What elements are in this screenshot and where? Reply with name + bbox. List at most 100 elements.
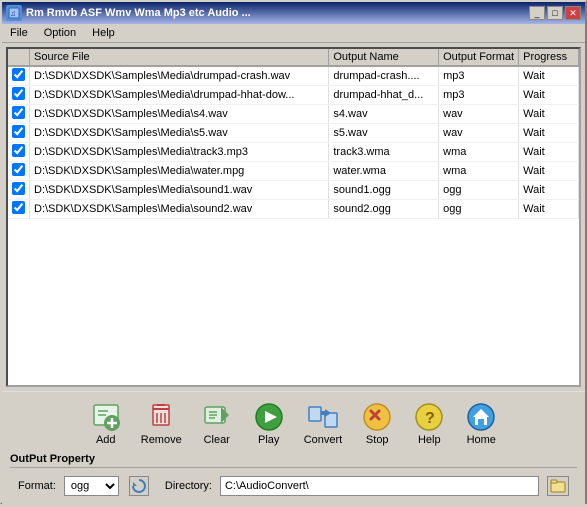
svg-text:♫: ♫ bbox=[10, 9, 16, 18]
svg-text:?: ? bbox=[425, 410, 435, 427]
row-checkbox[interactable] bbox=[8, 66, 30, 86]
row-checkbox[interactable] bbox=[8, 200, 30, 219]
remove-label: Remove bbox=[141, 434, 182, 446]
row-progress: Wait bbox=[519, 124, 579, 143]
title-bar: ♫ Rm Rmvb ASF Wmv Wma Mp3 etc Audio ... … bbox=[2, 2, 585, 24]
toolbar: Add Remove bbox=[2, 391, 585, 453]
row-source: D:\SDK\DXSDK\Samples\Media\drumpad-crash… bbox=[30, 66, 329, 86]
convert-icon bbox=[307, 401, 339, 433]
close-button[interactable]: ✕ bbox=[565, 6, 581, 20]
table-row: D:\SDK\DXSDK\Samples\Media\drumpad-crash… bbox=[8, 66, 579, 86]
bottom-bar: Format: ogg mp3 wav wma aac Directory: bbox=[10, 467, 577, 503]
col-format: Output Format bbox=[439, 49, 519, 66]
row-source: D:\SDK\DXSDK\Samples\Media\drumpad-hhat-… bbox=[30, 86, 329, 105]
convert-button[interactable]: Convert bbox=[297, 398, 350, 449]
row-checkbox[interactable] bbox=[8, 124, 30, 143]
clear-icon bbox=[201, 401, 233, 433]
row-output: sound2.ogg bbox=[329, 200, 439, 219]
row-source: D:\SDK\DXSDK\Samples\Media\s5.wav bbox=[30, 124, 329, 143]
main-area: Source File Output Name Output Format Pr… bbox=[2, 43, 585, 391]
row-checkbox[interactable] bbox=[8, 181, 30, 200]
row-checkbox[interactable] bbox=[8, 162, 30, 181]
col-progress: Progress bbox=[519, 49, 579, 66]
row-checkbox[interactable] bbox=[8, 86, 30, 105]
clear-label: Clear bbox=[204, 434, 230, 446]
format-label: Format: bbox=[18, 480, 56, 492]
add-icon bbox=[90, 401, 122, 433]
file-table-container: Source File Output Name Output Format Pr… bbox=[6, 47, 581, 387]
play-button[interactable]: Play bbox=[245, 398, 293, 449]
output-property-label: OutPut Property bbox=[10, 453, 577, 465]
table-row: D:\SDK\DXSDK\Samples\Media\drumpad-hhat-… bbox=[8, 86, 579, 105]
row-output: drumpad-hhat_d... bbox=[329, 86, 439, 105]
row-format: wav bbox=[439, 105, 519, 124]
help-label: Help bbox=[418, 434, 441, 446]
row-source: D:\SDK\DXSDK\Samples\Media\track3.mp3 bbox=[30, 143, 329, 162]
help-icon: ? bbox=[413, 401, 445, 433]
col-check bbox=[8, 49, 30, 66]
row-output: s4.wav bbox=[329, 105, 439, 124]
home-icon bbox=[465, 401, 497, 433]
stop-label: Stop bbox=[366, 434, 389, 446]
minimize-button[interactable]: _ bbox=[529, 6, 545, 20]
row-output: s5.wav bbox=[329, 124, 439, 143]
row-format: mp3 bbox=[439, 86, 519, 105]
col-source: Source File bbox=[30, 49, 329, 66]
format-select[interactable]: ogg mp3 wav wma aac bbox=[64, 476, 119, 496]
directory-label: Directory: bbox=[165, 480, 212, 492]
spin-button[interactable] bbox=[129, 476, 149, 496]
add-button[interactable]: Add bbox=[82, 398, 130, 449]
row-format: mp3 bbox=[439, 66, 519, 86]
row-source: D:\SDK\DXSDK\Samples\Media\water.mpg bbox=[30, 162, 329, 181]
row-source: D:\SDK\DXSDK\Samples\Media\s4.wav bbox=[30, 105, 329, 124]
table-row: D:\SDK\DXSDK\Samples\Media\water.mpg wat… bbox=[8, 162, 579, 181]
row-progress: Wait bbox=[519, 200, 579, 219]
menu-help[interactable]: Help bbox=[88, 26, 119, 40]
bottom-section: OutPut Property Format: ogg mp3 wav wma … bbox=[2, 453, 585, 507]
row-output: track3.wma bbox=[329, 143, 439, 162]
help-button[interactable]: ? Help bbox=[405, 398, 453, 449]
row-source: D:\SDK\DXSDK\Samples\Media\sound2.wav bbox=[30, 200, 329, 219]
table-row: D:\SDK\DXSDK\Samples\Media\sound1.wav so… bbox=[8, 181, 579, 200]
row-progress: Wait bbox=[519, 181, 579, 200]
row-progress: Wait bbox=[519, 86, 579, 105]
menu-option[interactable]: Option bbox=[40, 26, 80, 40]
row-output: water.wma bbox=[329, 162, 439, 181]
row-progress: Wait bbox=[519, 162, 579, 181]
directory-input[interactable] bbox=[220, 476, 539, 496]
table-row: D:\SDK\DXSDK\Samples\Media\track3.mp3 tr… bbox=[8, 143, 579, 162]
row-output: sound1.ogg bbox=[329, 181, 439, 200]
row-format: wma bbox=[439, 162, 519, 181]
row-format: wav bbox=[439, 124, 519, 143]
file-table: Source File Output Name Output Format Pr… bbox=[8, 49, 579, 219]
menu-file[interactable]: File bbox=[6, 26, 32, 40]
table-row: D:\SDK\DXSDK\Samples\Media\s5.wav s5.wav… bbox=[8, 124, 579, 143]
table-row: D:\SDK\DXSDK\Samples\Media\s4.wav s4.wav… bbox=[8, 105, 579, 124]
home-button[interactable]: Home bbox=[457, 398, 505, 449]
main-window: ♫ Rm Rmvb ASF Wmv Wma Mp3 etc Audio ... … bbox=[0, 0, 587, 504]
row-format: wma bbox=[439, 143, 519, 162]
window-title: Rm Rmvb ASF Wmv Wma Mp3 etc Audio ... bbox=[26, 7, 251, 19]
col-output: Output Name bbox=[329, 49, 439, 66]
convert-label: Convert bbox=[304, 434, 343, 446]
stop-button[interactable]: Stop bbox=[353, 398, 401, 449]
row-output: drumpad-crash.... bbox=[329, 66, 439, 86]
row-checkbox[interactable] bbox=[8, 143, 30, 162]
browse-button[interactable] bbox=[547, 476, 569, 496]
maximize-button[interactable]: □ bbox=[547, 6, 563, 20]
clear-button[interactable]: Clear bbox=[193, 398, 241, 449]
row-source: D:\SDK\DXSDK\Samples\Media\sound1.wav bbox=[30, 181, 329, 200]
row-format: ogg bbox=[439, 181, 519, 200]
row-progress: Wait bbox=[519, 66, 579, 86]
app-icon: ♫ bbox=[6, 5, 22, 21]
stop-icon bbox=[361, 401, 393, 433]
row-progress: Wait bbox=[519, 105, 579, 124]
add-label: Add bbox=[96, 434, 116, 446]
row-progress: Wait bbox=[519, 143, 579, 162]
remove-icon bbox=[145, 401, 177, 433]
play-label: Play bbox=[258, 434, 279, 446]
play-icon bbox=[253, 401, 285, 433]
home-label: Home bbox=[467, 434, 496, 446]
row-checkbox[interactable] bbox=[8, 105, 30, 124]
remove-button[interactable]: Remove bbox=[134, 398, 189, 449]
